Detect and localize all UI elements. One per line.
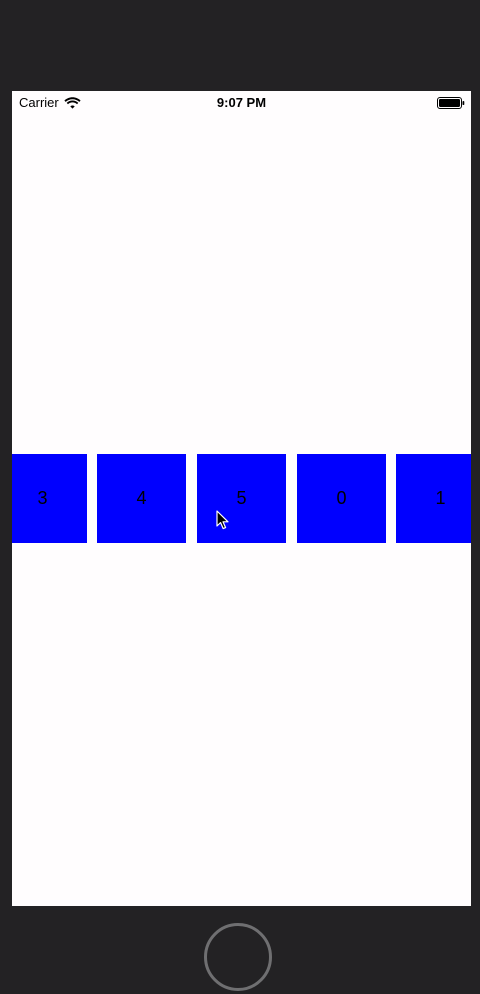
carousel-cell[interactable]: 4: [97, 454, 186, 543]
cell-label: 0: [336, 488, 347, 508]
cell-label: 3: [37, 488, 48, 508]
home-button[interactable]: [204, 923, 272, 991]
carousel-cell[interactable]: 1: [396, 454, 471, 543]
cell-label: 1: [435, 488, 446, 508]
screen: Carrier 9:07 PM 3 4 5 0 1: [12, 91, 471, 906]
carousel-cell[interactable]: 3: [12, 454, 87, 543]
mouse-pointer-icon: [216, 510, 229, 530]
cell-label: 5: [236, 488, 247, 508]
carousel-cell[interactable]: 5: [197, 454, 286, 543]
status-time: 9:07 PM: [216, 95, 267, 110]
cell-label: 4: [136, 488, 147, 508]
status-bar: Carrier 9:07 PM: [12, 91, 471, 113]
carousel-cell[interactable]: 0: [297, 454, 386, 543]
battery-full-icon: [437, 97, 465, 109]
device-frame: Carrier 9:07 PM 3 4 5 0 1: [0, 0, 480, 994]
carousel[interactable]: 3 4 5 0 1: [12, 454, 471, 543]
